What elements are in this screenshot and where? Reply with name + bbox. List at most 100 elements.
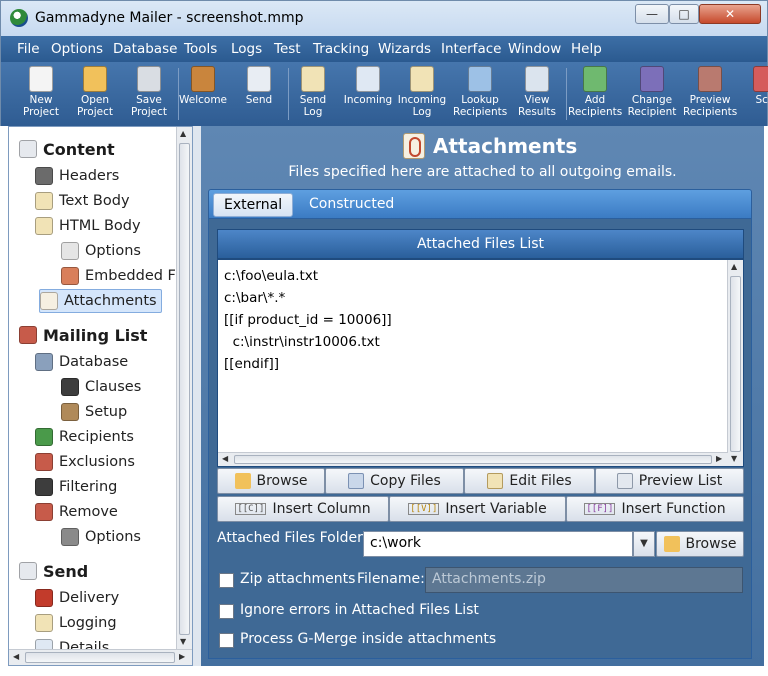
scroll-right-icon[interactable]: ▶	[179, 652, 185, 661]
tree-item-options[interactable]: Options	[61, 239, 141, 263]
menu-interface[interactable]: Interface	[441, 41, 501, 57]
tree-item-filtering[interactable]: Filtering	[35, 475, 117, 499]
tree-vertical-scrollbar[interactable]: ▲ ▼	[176, 127, 192, 651]
tree-item-delivery[interactable]: Delivery	[35, 586, 119, 610]
menu-window[interactable]: Window	[508, 41, 561, 57]
toolbar-welcome-button[interactable]: Welcome	[176, 64, 230, 124]
toolbar-preview-recipients-button[interactable]: Preview Recipients	[683, 64, 737, 124]
insert-function-button[interactable]: [[F]] Insert Function	[566, 496, 744, 522]
attached-files-list-editor[interactable]: c:\foo\eula.txt c:\bar\*.* [[if product_id…	[217, 259, 744, 467]
menu-tracking[interactable]: Tracking	[313, 41, 369, 57]
toolbar-new-project-button[interactable]: New Project	[14, 64, 68, 124]
html-body-icon	[35, 217, 53, 235]
tree-item-headers[interactable]: Headers	[35, 164, 119, 188]
tree-item-exclusions[interactable]: Exclusions	[35, 450, 135, 474]
tree-item-logging[interactable]: Logging	[35, 611, 117, 635]
tree-item-remove[interactable]: Remove	[35, 500, 118, 524]
maximize-button[interactable]: □	[669, 4, 699, 24]
process-gmerge-label: Process G-Merge inside attachments	[240, 631, 497, 647]
scroll-thumb[interactable]	[25, 652, 175, 663]
attached-files-folder-input[interactable]: c:\work	[363, 531, 633, 557]
browse-files-button[interactable]: Browse	[217, 468, 325, 494]
tree-item-embedded-f[interactable]: Embedded F	[61, 264, 176, 288]
toolbar-add-recipients-button[interactable]: Add Recipients	[568, 64, 622, 124]
menu-file[interactable]: File	[17, 41, 40, 57]
zip-attachments-checkbox[interactable]	[219, 573, 234, 588]
toolbar-label: Save	[136, 94, 162, 106]
menu-wizards[interactable]: Wizards	[378, 41, 431, 57]
copy-files-icon	[348, 473, 365, 489]
tree-item-clauses[interactable]: Clauses	[61, 375, 141, 399]
toolbar-send-log-button[interactable]: Send Log	[286, 64, 340, 124]
list-vertical-scrollbar[interactable]: ▲ ▼	[727, 260, 743, 466]
scroll-right-icon[interactable]: ▶	[716, 454, 722, 463]
scroll-thumb[interactable]	[179, 143, 190, 635]
browse-folder-icon	[234, 473, 251, 489]
tree-item-setup[interactable]: Setup	[61, 400, 127, 424]
toolbar-lookup-recipients-button[interactable]: Lookup Recipients	[453, 64, 507, 124]
zip-filename-input[interactable]: Attachments.zip	[425, 567, 743, 593]
process-gmerge-checkbox[interactable]	[219, 633, 234, 648]
tree-item-content[interactable]: Content	[19, 137, 115, 161]
insert-variable-icon: [[V]]	[408, 503, 440, 515]
delivery-truck-icon	[35, 589, 53, 607]
menu-test[interactable]: Test	[274, 41, 301, 57]
scroll-down-icon[interactable]: ▼	[180, 637, 186, 646]
tree-horizontal-scrollbar[interactable]: ◀ ▶	[9, 649, 192, 665]
tree-item-attachments[interactable]: Attachments	[39, 289, 162, 313]
tree-item-label: Embedded F	[85, 268, 176, 284]
menu-logs[interactable]: Logs	[231, 41, 262, 57]
toolbar-open-project-button[interactable]: Open Project	[68, 64, 122, 124]
preview-list-button[interactable]: Preview List	[595, 468, 744, 494]
toolbar-incoming-log-button[interactable]: Incoming Log	[395, 64, 449, 124]
toolbar-change-recipient-button[interactable]: Change Recipient	[625, 64, 679, 124]
content-envelope-icon	[19, 140, 37, 158]
browse-folder-button[interactable]: Browse	[656, 531, 744, 557]
toolbar-sch-button[interactable]: Sch	[738, 64, 768, 124]
tree-item-label: Delivery	[59, 590, 120, 606]
toolbar-view-results-button[interactable]: View Results	[510, 64, 564, 124]
tree-item-html-body[interactable]: HTML Body	[35, 214, 141, 238]
tab-external[interactable]: External	[213, 193, 294, 217]
toolbar-save-project-button[interactable]: Save Project	[122, 64, 176, 124]
menu-options[interactable]: Options	[51, 41, 103, 57]
scroll-left-icon[interactable]: ◀	[13, 652, 19, 661]
tab-constructed[interactable]: Constructed	[299, 193, 404, 217]
tree-item-mailing-list[interactable]: Mailing List	[19, 323, 147, 347]
navigation-tree[interactable]: Content Headers Text Body HTML Body Options E…	[8, 126, 193, 666]
tree-item-text-body[interactable]: Text Body	[35, 189, 130, 213]
scroll-up-icon[interactable]: ▲	[731, 262, 737, 271]
minimize-button[interactable]: —	[635, 4, 669, 24]
pane-splitter[interactable]	[193, 126, 201, 666]
insert-variable-button[interactable]: [[V]] Insert Variable	[389, 496, 566, 522]
tree-item-send[interactable]: Send	[19, 559, 88, 583]
ignore-errors-checkbox[interactable]	[219, 604, 234, 619]
scroll-left-icon[interactable]: ◀	[222, 454, 228, 463]
ignore-errors-label: Ignore errors in Attached Files List	[240, 602, 479, 618]
tree-item-options[interactable]: Options	[61, 525, 141, 549]
tree-item-database[interactable]: Database	[35, 350, 128, 374]
scroll-up-icon[interactable]: ▲	[180, 129, 186, 138]
toolbar-send-button[interactable]: Send	[232, 64, 286, 124]
tree-item-label: Content	[43, 139, 115, 159]
attachment-clip-icon	[403, 133, 425, 159]
edit-files-button[interactable]: Edit Files	[464, 468, 595, 494]
list-horizontal-scrollbar[interactable]: ◀ ▶	[218, 452, 728, 466]
toolbar-separator	[566, 68, 567, 120]
close-button[interactable]: ✕	[699, 4, 761, 24]
browse-folder-icon	[663, 536, 680, 552]
toolbar-label: Welcome	[178, 94, 228, 106]
menu-database[interactable]: Database	[113, 41, 177, 57]
toolbar-incoming-button[interactable]: Incoming	[341, 64, 395, 124]
scroll-thumb[interactable]	[730, 276, 741, 452]
copy-files-button[interactable]: Copy Files	[325, 468, 464, 494]
scroll-thumb[interactable]	[234, 455, 712, 464]
menu-tools[interactable]: Tools	[184, 41, 217, 57]
attachments-clip-icon	[40, 292, 58, 310]
scroll-down-icon[interactable]: ▼	[731, 454, 737, 463]
recipients-icon	[35, 428, 53, 446]
tree-item-recipients[interactable]: Recipients	[35, 425, 134, 449]
insert-column-button[interactable]: [[C]] Insert Column	[217, 496, 389, 522]
folder-dropdown-button[interactable]: ▼	[633, 531, 655, 557]
menu-help[interactable]: Help	[571, 41, 602, 57]
